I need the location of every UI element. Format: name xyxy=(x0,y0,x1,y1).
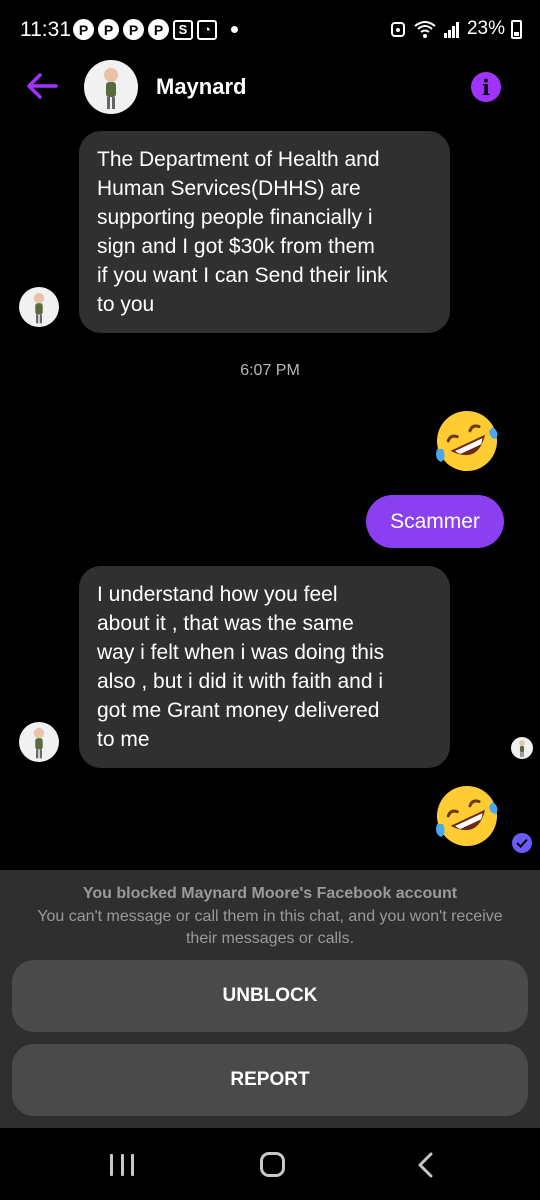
incoming-message-bubble[interactable]: I understand how you feel about it , tha… xyxy=(79,566,450,768)
message-line: to me xyxy=(97,728,150,751)
blocked-subtitle: You can't message or call them in this c… xyxy=(37,908,503,947)
app-icon: ◔ xyxy=(197,19,217,40)
avatar-figure xyxy=(519,740,525,757)
rolling-on-floor-laughing-emoji-icon[interactable] xyxy=(433,407,501,475)
battery-percent: 23% xyxy=(466,18,505,39)
more-notifications-dot-icon xyxy=(231,26,238,33)
message-line: Human Services(DHHS) are xyxy=(97,177,361,200)
outgoing-message-bubble[interactable]: Scammer xyxy=(366,495,504,548)
message-line: also , but i did it with faith and i xyxy=(97,670,383,693)
blocked-title: You blocked Maynard Moore's Facebook acc… xyxy=(82,885,458,902)
sender-avatar[interactable] xyxy=(19,722,59,762)
avatar-figure xyxy=(33,292,45,324)
conversation-header: Maynard i xyxy=(0,55,540,120)
recent-apps-icon[interactable] xyxy=(110,1154,134,1176)
pinterest-icon: P xyxy=(73,19,94,40)
system-navigation-bar xyxy=(0,1128,540,1200)
battery-icon xyxy=(511,19,522,39)
back-arrow-icon[interactable] xyxy=(24,69,60,103)
status-time: 11:31 xyxy=(20,18,71,41)
alarm-icon xyxy=(390,22,405,37)
unblock-button[interactable]: UNBLOCK xyxy=(12,960,528,1032)
avatar-figure xyxy=(104,68,118,109)
sent-check-icon xyxy=(512,833,532,853)
report-button[interactable]: REPORT xyxy=(12,1044,528,1116)
contact-avatar[interactable] xyxy=(84,60,138,114)
message-line: I understand how you feel xyxy=(97,583,338,606)
pinterest-icon: P xyxy=(98,19,119,40)
pinterest-icon: P xyxy=(123,19,144,40)
message-line: to you xyxy=(97,293,155,316)
checkmark-icon xyxy=(516,838,528,848)
rolling-on-floor-laughing-emoji-icon[interactable] xyxy=(433,782,501,850)
wifi-icon xyxy=(414,21,436,38)
message-line: way i felt when i was doing this xyxy=(97,641,385,664)
home-icon[interactable] xyxy=(260,1152,285,1177)
message-line: supporting people financially i xyxy=(97,206,373,229)
status-bar: 11:31 P P P P S ◔ 23% xyxy=(0,0,540,60)
read-receipt-avatar xyxy=(511,737,533,759)
message-line: about it , that was the same xyxy=(97,612,354,635)
status-right: 23% xyxy=(389,18,522,40)
pinterest-icon: P xyxy=(148,19,169,40)
message-line: if you want I can Send their link xyxy=(97,264,388,287)
signal-icon xyxy=(443,22,459,38)
message-line: sign and I got $30k from them xyxy=(97,235,375,258)
blocked-panel: You blocked Maynard Moore's Facebook acc… xyxy=(0,870,540,1128)
contact-name[interactable]: Maynard xyxy=(156,74,246,100)
back-nav-icon[interactable] xyxy=(414,1152,438,1178)
notification-icons: P P P P S ◔ xyxy=(73,19,238,40)
sender-avatar[interactable] xyxy=(19,287,59,327)
avatar-figure xyxy=(33,727,45,759)
message-line: The Department of Health and xyxy=(97,148,380,171)
message-timestamp: 6:07 PM xyxy=(240,362,300,379)
info-icon[interactable]: i xyxy=(471,72,501,102)
incoming-message-bubble[interactable]: The Department of Health and Human Servi… xyxy=(79,131,450,333)
message-line: got me Grant money delivered xyxy=(97,699,380,722)
s-app-icon: S xyxy=(173,19,193,40)
